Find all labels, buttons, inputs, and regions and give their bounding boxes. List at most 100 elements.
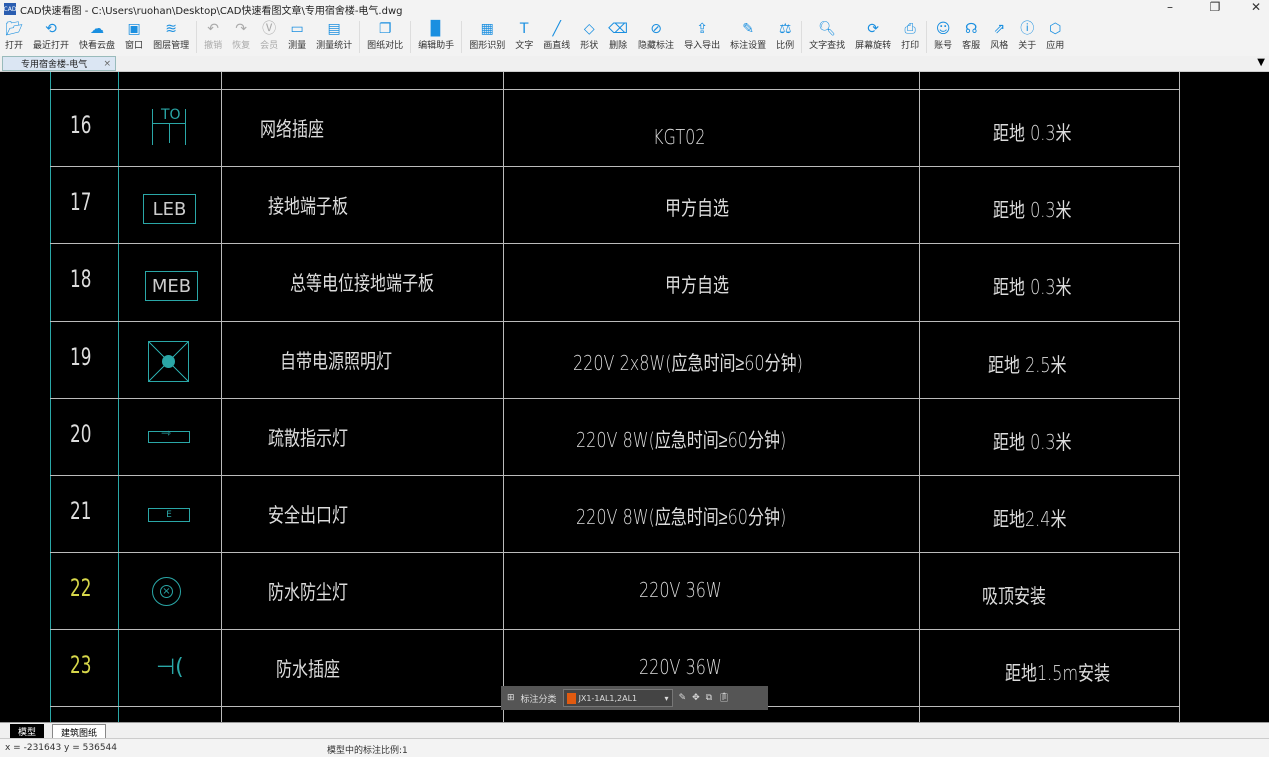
close-tab-icon[interactable]: ×: [103, 59, 111, 69]
folder-icon: 📂︎: [5, 21, 23, 37]
toolbar-button-annotation-settings[interactable]: ✎ 标注设置: [725, 18, 771, 51]
toolbar-button-headset[interactable]: ☊ 客服: [957, 18, 985, 51]
toolbar-button-rotate[interactable]: ⟳ 屏幕旋转: [850, 18, 896, 51]
install-note: 距地 0.3米: [993, 430, 1072, 454]
device-name: 防水防尘灯: [268, 580, 348, 604]
device-spec: 甲方自选: [665, 273, 729, 297]
sheet-tab-model[interactable]: 模型: [10, 724, 45, 739]
edit-icon[interactable]: ✎: [679, 693, 687, 703]
move-icon[interactable]: ✥: [692, 693, 700, 703]
device-name: 网络插座: [260, 117, 324, 141]
device-spec: 220V 8W(应急时间≥60分钟): [576, 428, 787, 452]
toolbar-separator: [359, 21, 361, 53]
device-name: 总等电位接地端子板: [290, 271, 434, 295]
toolbar-label: 导入导出: [684, 41, 721, 51]
toolbar-label: 测量: [288, 41, 307, 51]
toolbar-button-eraser[interactable]: ⌫ 删除: [603, 18, 633, 51]
table-column-line: [50, 72, 51, 722]
tab-list-dropdown-icon[interactable]: ▼: [1257, 57, 1265, 68]
toolbar-button-print[interactable]: ⎙ 打印: [896, 18, 924, 51]
toolbar-label: 编辑助手: [418, 41, 455, 51]
toolbar-button-history[interactable]: ⟲ 最近打开: [28, 18, 74, 51]
toolbar-button-hide[interactable]: ⊘ 隐藏标注: [633, 18, 679, 51]
minimize-button[interactable]: –: [1150, 0, 1190, 14]
toolbar-separator: [926, 21, 928, 53]
hide-icon: ⊘: [650, 21, 662, 37]
annotation-category-label: 标注分类: [520, 694, 557, 705]
sheet-tabs: 模型 建筑图纸: [0, 722, 1269, 741]
toolbar-button-app[interactable]: ⬡ 应用: [1041, 18, 1069, 51]
toolbar-label: 窗口: [125, 41, 144, 51]
toolbar-button-shape-recognize[interactable]: ▦ 图形识别: [464, 18, 510, 51]
toolbar-separator: [196, 21, 198, 53]
toolbar-label: 标注设置: [730, 41, 767, 51]
toolbar-button-line[interactable]: ╱ 画直线: [538, 18, 575, 51]
ruler-icon: ▭: [290, 21, 304, 37]
table-column-line: [1179, 72, 1180, 722]
device-spec: KGT02: [653, 125, 706, 149]
toolbar-button-import-export[interactable]: ⇪ 导入导出: [679, 18, 725, 51]
drawing-canvas[interactable]: 16 网络插座 KGT02 距地 0.3米 TO 17 接地端子板 甲方自选 距地 0.3米 LE…: [0, 72, 1269, 722]
annotation-scale: 模型中的标注比例:1: [327, 746, 408, 756]
close-button[interactable]: ✕: [1236, 0, 1269, 14]
toolbar-button-info[interactable]: ⓘ 关于: [1013, 18, 1041, 51]
row-number: 19: [70, 343, 92, 371]
toolbar-button-redo[interactable]: ↷ 恢复: [227, 18, 255, 51]
evacuation-sign-symbol: ⇾: [148, 426, 190, 443]
device-spec: 220V 36W: [639, 578, 722, 602]
toolbar-button-measure-stats[interactable]: ▤ 测量统计: [311, 18, 357, 51]
toolbar-button-scale[interactable]: ⚖ 比例: [771, 18, 799, 51]
toolbar-button-vip[interactable]: Ⓥ 会员: [255, 18, 283, 51]
toolbar-label: 比例: [776, 41, 795, 51]
table-row-line: [50, 552, 1180, 553]
rotate-icon: ⟳: [867, 21, 879, 37]
network-outlet-symbol: TO: [152, 107, 186, 145]
toolbar-button-window[interactable]: ▣ 窗口: [120, 18, 148, 51]
toolbar-label: 账号: [934, 41, 953, 51]
install-note: 距地2.4米: [993, 507, 1067, 531]
toolbar-button-folder[interactable]: 📂︎ 打开: [0, 18, 28, 51]
annotation-category-select[interactable]: JX1-1AL1,2AL1 ▾: [562, 689, 673, 707]
toolbar-label: 恢复: [232, 41, 251, 51]
document-tabs: 专用宿舍楼-电气 × ▼: [0, 56, 1269, 72]
toolbar-label: 最近打开: [33, 41, 70, 51]
toolbar-button-undo[interactable]: ↶ 撤销: [199, 18, 227, 51]
annotation-toolbar: ⊞ 标注分类 JX1-1AL1,2AL1 ▾ ✎ ✥ ⧉ 📋︎: [501, 686, 768, 710]
maximize-button[interactable]: ❐: [1195, 0, 1235, 14]
toolbar-button-text-search[interactable]: 🔍︎ 文字查找: [804, 18, 850, 51]
table-row-line: [50, 475, 1180, 476]
paste-icon[interactable]: 📋︎: [718, 693, 729, 703]
row-number: 16: [70, 111, 92, 139]
tab-document[interactable]: 专用宿舍楼-电气 ×: [2, 56, 116, 71]
toolbar-button-cloud[interactable]: ☁ 快看云盘: [74, 18, 120, 51]
toolbar-label: 图形识别: [469, 41, 506, 51]
toolbar-label: 画直线: [543, 41, 571, 51]
window-icon: ▣: [127, 21, 141, 37]
toolbar-button-shape[interactable]: ◇ 形状: [575, 18, 603, 51]
copy-icon[interactable]: ⧉: [706, 693, 712, 703]
table-row-line: [50, 89, 1180, 90]
selected-category: JX1-1AL1,2AL1: [578, 693, 638, 703]
toolbar-label: 屏幕旋转: [855, 41, 892, 51]
coordinates-readout: x = -231643 y = 536544: [5, 743, 117, 753]
toolbar-button-layers[interactable]: ≋ 图层管理: [148, 18, 194, 51]
toolbar-label: 快看云盘: [79, 41, 116, 51]
scale-icon: ⚖: [778, 21, 792, 37]
grid-icon[interactable]: ⊞: [507, 693, 515, 703]
import-export-icon: ⇪: [696, 21, 708, 37]
toolbar-button-text[interactable]: T 文字: [510, 18, 538, 51]
toolbar-label: 文字: [515, 41, 534, 51]
style-icon: ⇗: [993, 21, 1006, 37]
exit-sign-symbol: E: [148, 508, 190, 522]
text-search-icon: 🔍︎: [818, 21, 836, 37]
toolbar-button-edit-assistant[interactable]: ▉ 编辑助手: [413, 18, 459, 51]
toolbar-separator: [410, 21, 412, 53]
toolbar-button-style[interactable]: ⇗ 风格: [985, 18, 1013, 51]
row-number: 23: [70, 651, 92, 679]
toolbar-label: 图层管理: [153, 41, 190, 51]
toolbar-label: 隐藏标注: [638, 41, 675, 51]
toolbar-button-user[interactable]: ☺ 账号: [929, 18, 957, 51]
text-icon: T: [519, 21, 529, 37]
toolbar-button-ruler[interactable]: ▭ 测量: [283, 18, 311, 51]
toolbar-button-compare[interactable]: ❐ 图纸对比: [362, 18, 408, 51]
